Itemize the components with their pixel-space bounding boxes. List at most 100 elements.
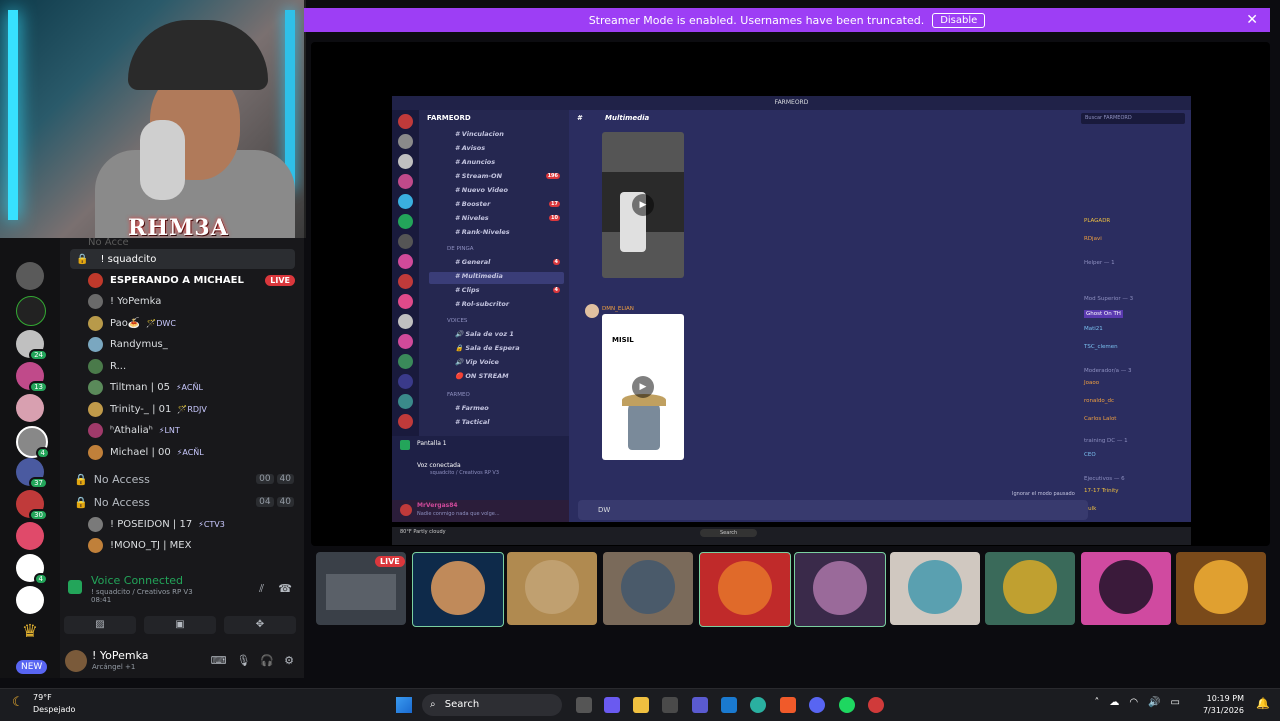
participant-tile[interactable] [985, 552, 1075, 625]
channel-item[interactable]: # Farmeo [429, 404, 564, 416]
voice-member[interactable]: ! POSEIDON | 17 ⚡CTV3 [70, 514, 295, 534]
noise-suppression-icon[interactable]: ⫽ [259, 582, 264, 596]
voice-member[interactable]: ʰAthaliaʰ ⚡LNT [70, 421, 295, 441]
category-label[interactable]: FARMEO [447, 392, 470, 398]
edge-icon[interactable] [750, 697, 766, 713]
channel-item[interactable]: # Nuevo Video [429, 186, 564, 198]
voice-channel-no-access[interactable]: 🔒 No Access 00 40 [74, 470, 294, 488]
server-icon[interactable] [16, 394, 44, 422]
channel-item[interactable]: # Stream-ON 196 [429, 172, 564, 184]
participant-tile[interactable] [794, 552, 886, 627]
disconnect-icon[interactable]: ☎ [278, 582, 292, 595]
shared-search[interactable]: Search [700, 529, 758, 537]
play-icon[interactable]: ▶ [632, 376, 654, 398]
channel-item[interactable]: # Tactical [429, 418, 564, 430]
participant-tile[interactable] [699, 552, 791, 627]
voice-channel-item[interactable]: 🔴 ON STREAM [429, 372, 564, 384]
server-icon[interactable] [398, 254, 413, 269]
server-icon[interactable] [16, 586, 44, 614]
server-icon[interactable] [398, 394, 413, 409]
crown-icon[interactable]: ♛ [16, 618, 44, 646]
server-icon[interactable] [398, 174, 413, 189]
cloud-icon[interactable]: ☁ [1109, 697, 1119, 708]
server-icon[interactable]: 24 [16, 330, 48, 361]
app-icon[interactable] [604, 697, 620, 713]
message-input[interactable]: DW [578, 500, 1088, 520]
discord-icon[interactable] [809, 697, 825, 713]
server-icon[interactable] [398, 234, 413, 249]
server-icon[interactable] [398, 294, 413, 309]
battery-icon[interactable]: ▭ [1171, 697, 1180, 708]
server-name[interactable]: FARMEORD [427, 114, 471, 122]
volume-icon[interactable]: 🔊 [1148, 697, 1160, 708]
start-icon[interactable] [396, 697, 412, 713]
voice-member[interactable]: R... [70, 356, 295, 376]
voice-member[interactable]: Michael | 00 ⚡ACÑL [70, 442, 295, 462]
participant-tile[interactable] [1081, 552, 1171, 625]
activity-button[interactable]: ✥ [224, 616, 296, 634]
search-input[interactable]: Buscar FARMEORD [1081, 113, 1185, 124]
server-icon[interactable] [398, 194, 413, 209]
channel-item[interactable]: # Niveles 10 [429, 214, 564, 226]
server-icon[interactable]: 4 [16, 554, 48, 585]
channel-item[interactable]: # Vinculacion [429, 130, 564, 142]
channel-item[interactable]: # Anuncios [429, 158, 564, 170]
close-icon[interactable]: ✕ [1246, 12, 1258, 28]
user-avatar[interactable] [65, 650, 87, 672]
voice-channel-item[interactable]: 🔒 Sala de Espera [429, 344, 564, 356]
author-name[interactable]: DMN_ELIAN [602, 306, 634, 312]
server-icon[interactable] [398, 354, 413, 369]
server-icon[interactable]: 37 [16, 458, 48, 489]
server-icon[interactable] [398, 134, 413, 149]
participant-tile[interactable] [412, 552, 504, 627]
voice-member[interactable]: !MONO_TJ | MEX [70, 535, 295, 555]
teams-icon[interactable] [692, 697, 708, 713]
server-icon[interactable] [16, 262, 44, 290]
server-icon[interactable] [398, 334, 413, 349]
voice-channel-squadcito[interactable]: 🔒 ! squadcito [70, 249, 295, 269]
screen-share-button[interactable]: ▣ [144, 616, 216, 634]
channel-item[interactable]: # Rank-Niveles [429, 228, 564, 240]
headphones-icon[interactable]: 🎧 [260, 654, 274, 667]
channel-item[interactable]: # Avisos [429, 144, 564, 156]
category-label[interactable]: VOICES [447, 318, 467, 324]
voice-member[interactable]: Pao🍝 🪄DWC [70, 313, 295, 333]
participant-tile[interactable] [890, 552, 980, 625]
voice-member[interactable]: ! YoPemka [70, 292, 295, 312]
channel-item[interactable]: # Booster 17 [429, 200, 564, 212]
server-icon[interactable] [398, 154, 413, 169]
participant-tile[interactable] [603, 552, 693, 625]
voice-channel-no-access[interactable]: 🔒 No Access 04 40 [74, 493, 294, 511]
wifi-icon[interactable]: ◠ [1129, 697, 1138, 708]
server-icon[interactable] [398, 314, 413, 329]
voice-channel-item[interactable]: 🔊 Vip Voice [429, 358, 564, 370]
author-avatar[interactable] [585, 304, 599, 318]
video-attachment[interactable]: ▶ [602, 132, 684, 278]
gear-icon[interactable]: ⚙ [284, 654, 294, 667]
server-icon[interactable] [398, 214, 413, 229]
video-attachment[interactable]: MISIL ▶ [602, 314, 684, 460]
voice-member[interactable]: Trinity-_ | 01 🪄RDJV [70, 399, 295, 419]
participant-tile[interactable] [507, 552, 597, 625]
channel-item[interactable]: # General 4 [429, 258, 564, 270]
taskbar-search[interactable]: ⌕ Search [422, 694, 562, 716]
channel-item[interactable]: # Rol-subcritor [429, 300, 564, 312]
voice-member[interactable]: ESPERANDO A MICHAEL LIVE [70, 270, 295, 290]
user-avatar[interactable] [400, 504, 412, 516]
server-icon[interactable] [398, 374, 413, 389]
voice-channel-item[interactable]: 🔊 Sala de voz 1 [429, 330, 564, 342]
gamepad-icon[interactable]: ⌨ [211, 654, 227, 667]
task-view-icon[interactable] [576, 697, 592, 713]
server-icon[interactable] [398, 414, 413, 429]
camera-button[interactable]: ▨ [64, 616, 136, 634]
brave-icon[interactable] [780, 697, 796, 713]
disable-button[interactable]: Disable [932, 12, 986, 28]
store-icon[interactable] [662, 697, 678, 713]
server-icon[interactable]: 30 [16, 490, 48, 521]
server-icon[interactable] [398, 114, 413, 129]
outlook-icon[interactable] [721, 697, 737, 713]
server-icon[interactable] [16, 522, 44, 550]
channel-item-active[interactable]: # Multimedia [429, 272, 564, 284]
voice-member[interactable]: Tiltman | 05 ⚡ACÑL [70, 378, 295, 398]
spotify-icon[interactable] [839, 697, 855, 713]
